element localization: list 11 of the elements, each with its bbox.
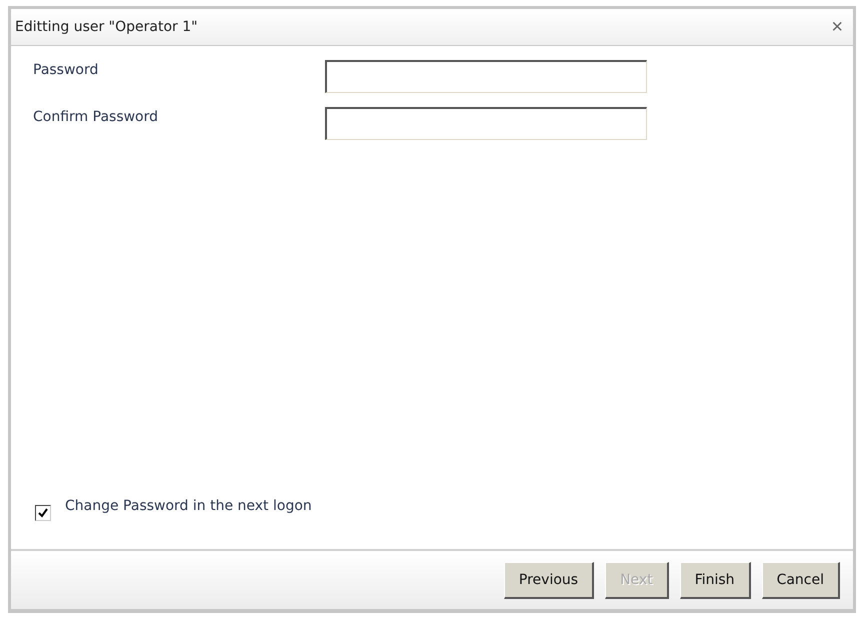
- window-title: Editting user "Operator 1": [15, 19, 198, 35]
- password-field[interactable]: [325, 60, 647, 93]
- checkbox-label: Change Password in the next logon: [65, 498, 312, 514]
- checkbox[interactable]: [35, 505, 51, 521]
- close-button[interactable]: ×: [829, 17, 845, 37]
- wizard-button[interactable]: Cancel: [762, 562, 840, 598]
- field-label: Password: [33, 61, 100, 78]
- wizard-button[interactable]: Previous: [504, 562, 594, 598]
- wizard-button[interactable]: Finish: [680, 562, 751, 598]
- password-field[interactable]: [325, 107, 647, 140]
- field-label: Confirm Password: [33, 108, 160, 125]
